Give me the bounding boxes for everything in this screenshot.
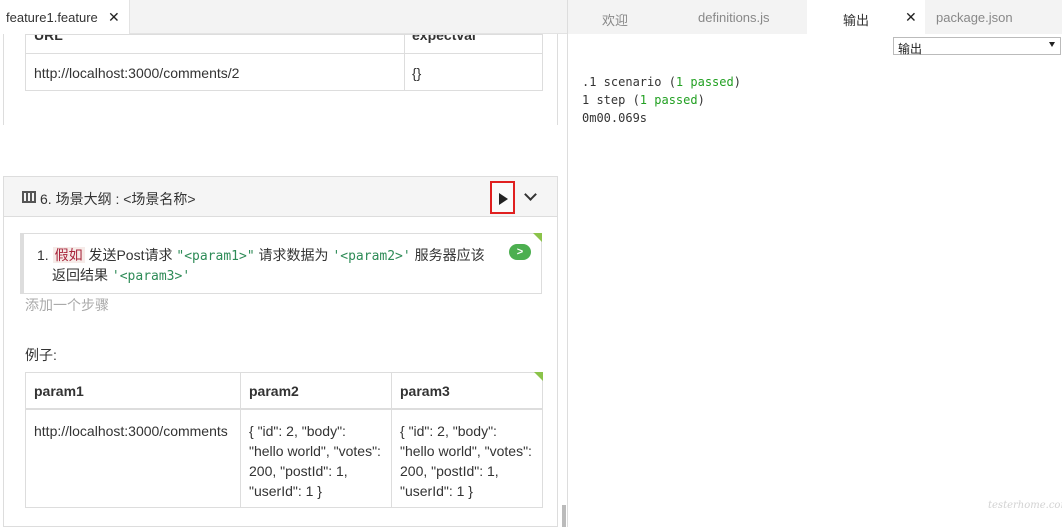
cell-param1[interactable]: http://localhost:3000/comments [34, 421, 228, 441]
right-tab-bar: 欢迎 definitions.js 输出 ✕ package.json [568, 0, 1062, 34]
cell-line: "userId": 1 } [249, 483, 322, 499]
collapse-button[interactable] [522, 185, 542, 209]
scenario-outline-card: 6. 场景大纲 : <场景名称> 1. 假如 发送Post请求 "<param1… [3, 176, 558, 527]
play-icon [499, 193, 508, 205]
output-channel-select[interactable]: 输出 [893, 37, 1061, 56]
watermark: testerhome.com [988, 500, 1062, 511]
header-url: URL [34, 35, 63, 43]
cell-line: { "id": 2, "body": [249, 423, 346, 439]
cell-line: "hello world", "votes": [249, 443, 381, 459]
tab-definitions[interactable]: definitions.js [688, 0, 807, 34]
cell-line: http://localhost:3000/comments [34, 423, 228, 439]
cell-line: 200, "postId": 1, [249, 463, 348, 479]
cell-line: 200, "postId": 1, [400, 463, 499, 479]
run-scenario-button[interactable] [490, 181, 515, 214]
console-line: 0m00.069s [582, 111, 648, 125]
output-pane: 欢迎 definitions.js 输出 ✕ package.json 输出 .… [567, 0, 1062, 527]
scrollbar[interactable] [562, 505, 566, 527]
step-param1: "<param1>" [176, 249, 255, 264]
step-number: 1. [37, 247, 49, 263]
step-text: 发送Post请求 [88, 247, 173, 263]
column-divider [404, 35, 405, 91]
add-step-link[interactable]: 添加一个步骤 [25, 295, 109, 315]
tab-label: feature1.feature [6, 10, 98, 25]
cell-expectval[interactable]: {} [412, 65, 421, 81]
tab-output[interactable]: 输出 ✕ [807, 0, 925, 34]
cell-line: "hello world", "votes": [400, 443, 532, 459]
step-item[interactable]: 1. 假如 发送Post请求 "<param1>" 请求数据为 '<param2… [20, 233, 542, 294]
tab-label: 输出 [843, 13, 870, 28]
chevron-down-icon [524, 188, 537, 201]
cell-param2[interactable]: { "id": 2, "body": "hello world", "votes… [249, 421, 381, 501]
dropdown-arrow-icon [1049, 42, 1055, 47]
tab-label: definitions.js [698, 10, 770, 25]
close-icon[interactable]: ✕ [108, 9, 120, 26]
feature-editor-pane: feature1.feature ✕ URL expectval http://… [0, 0, 567, 527]
tab-package-json[interactable]: package.json [925, 0, 1062, 34]
close-icon[interactable]: ✕ [905, 9, 917, 26]
tab-label: 欢迎 [602, 13, 629, 28]
step-text: 请求数据为 [258, 247, 329, 263]
select-value: 输出 [898, 42, 923, 56]
header-param3: param3 [400, 383, 450, 399]
cell-param3[interactable]: { "id": 2, "body": "hello world", "votes… [400, 421, 532, 501]
step-param2: '<param2>' [332, 249, 411, 264]
scenario-header: 6. 场景大纲 : <场景名称> [4, 177, 557, 217]
header-param2: param2 [249, 383, 299, 399]
step-line-1: 1. 假如 发送Post请求 "<param1>" 请求数据为 '<param2… [37, 245, 485, 265]
tab-feature1[interactable]: feature1.feature ✕ [0, 0, 130, 35]
tab-welcome[interactable]: 欢迎 [568, 0, 688, 34]
step-text: 返回结果 [52, 267, 108, 283]
step-text: 服务器应该 [414, 247, 485, 263]
scenario-title[interactable]: 6. 场景大纲 : <场景名称> [40, 189, 196, 209]
header-param1: param1 [34, 383, 84, 399]
header-expectval: expectval [412, 35, 476, 43]
tab-label: package.json [936, 10, 1013, 25]
examples-table: param1 param2 param3 http://localhost:30… [25, 372, 543, 508]
console-line: .1 scenario (1 passed) [582, 75, 741, 89]
console-line: 1 step (1 passed) [582, 93, 705, 107]
table-header-row: URL expectval [26, 35, 542, 54]
previous-scenario-card: URL expectval http://localhost:3000/comm… [3, 34, 558, 125]
step-param3: '<param3>' [111, 269, 191, 284]
examples-label: 例子: [25, 347, 57, 363]
output-console: .1 scenario (1 passed) 1 step (1 passed) 0… [582, 73, 741, 127]
status-corner [533, 233, 542, 242]
cell-line: { "id": 2, "body": [400, 423, 497, 439]
column-divider [391, 373, 392, 507]
film-icon [22, 191, 36, 203]
cell-url[interactable]: http://localhost:3000/comments/2 [34, 65, 239, 81]
left-tab-bar: feature1.feature ✕ [0, 0, 567, 35]
column-divider [240, 373, 241, 507]
step-line-2: 返回结果 '<param3>' [52, 265, 190, 285]
run-step-button[interactable]: > [509, 244, 531, 260]
url-table: URL expectval http://localhost:3000/comm… [25, 34, 543, 91]
cell-line: "userId": 1 } [400, 483, 473, 499]
step-keyword: 假如 [52, 247, 85, 263]
